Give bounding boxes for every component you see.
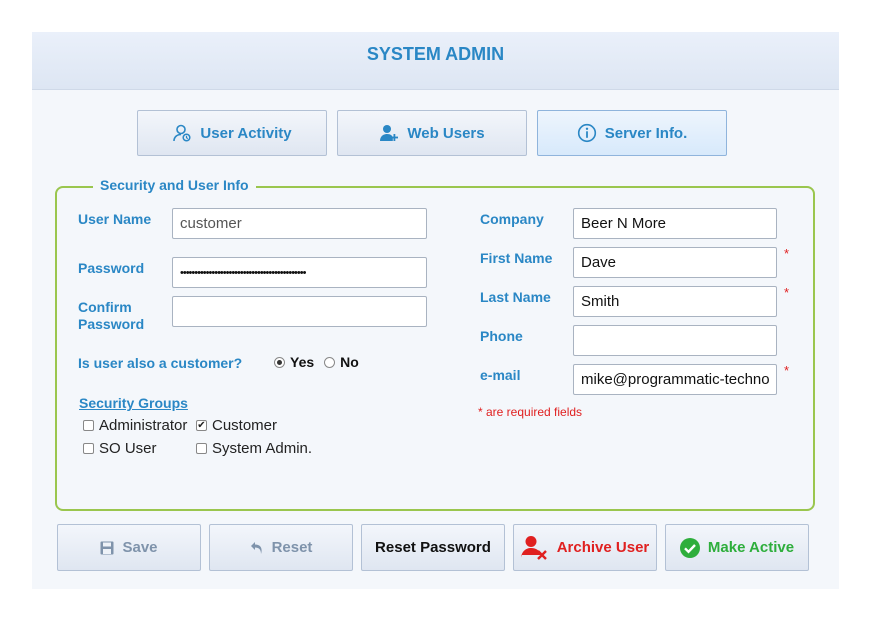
security-groups-link[interactable]: Security Groups [79, 395, 188, 411]
checkbox-administrator-box[interactable] [83, 420, 94, 431]
add-user-icon [379, 123, 399, 143]
phone-input[interactable] [573, 325, 777, 356]
tab-web-users[interactable]: Web Users [337, 110, 527, 156]
confirm-password-label-line1: Confirm [78, 299, 132, 315]
fieldset-legend: Security and User Info [93, 177, 256, 193]
checkbox-customer[interactable]: ✔ Customer [196, 417, 277, 434]
save-button-label: Save [122, 539, 158, 556]
checkbox-system-admin-label: System Admin. [212, 440, 313, 457]
username-label: User Name [78, 211, 152, 227]
radio-no[interactable] [324, 356, 336, 368]
checkbox-customer-label: Customer [212, 417, 278, 434]
checkbox-so-user-label: SO User [99, 440, 157, 457]
checkbox-system-admin[interactable]: System Admin. [196, 440, 312, 457]
email-required-mark: * [784, 363, 790, 378]
tab-web-users-label: Web Users [407, 124, 485, 142]
remove-user-icon [520, 535, 549, 561]
radio-yes-label: Yes [290, 354, 315, 370]
archive-user-button[interactable]: Archive User [513, 524, 657, 571]
email-input[interactable] [573, 364, 777, 395]
password-input[interactable] [172, 257, 427, 288]
user-activity-icon [172, 123, 192, 143]
make-active-button[interactable]: Make Active [665, 524, 809, 571]
check-circle-icon [679, 537, 700, 558]
system-admin-panel: SYSTEM ADMIN User Activity Web Users Ser… [32, 32, 839, 589]
save-icon [100, 541, 114, 555]
tab-server-info-label: Server Info. [604, 124, 688, 142]
checkbox-customer-box[interactable]: ✔ [196, 420, 207, 431]
phone-label: Phone [480, 328, 523, 344]
archive-user-button-label: Archive User [556, 539, 650, 556]
confirm-password-input[interactable] [172, 296, 427, 327]
first-name-input[interactable] [573, 247, 777, 278]
company-label: Company [480, 211, 544, 227]
tab-server-info[interactable]: Server Info. [537, 110, 727, 156]
tab-user-activity[interactable]: User Activity [137, 110, 327, 156]
confirm-password-label-line2: Password [78, 316, 145, 332]
last-name-label: Last Name [480, 289, 551, 305]
is-customer-radio-group: Yes No [274, 354, 359, 370]
radio-no-label: No [340, 354, 359, 370]
first-name-required-mark: * [784, 246, 790, 261]
last-name-required-mark: * [784, 285, 790, 300]
checkbox-administrator[interactable]: Administrator [83, 417, 187, 434]
reset-button[interactable]: Reset [209, 524, 353, 571]
first-name-label: First Name [480, 250, 553, 266]
password-label: Password [78, 260, 145, 276]
username-input[interactable] [172, 208, 427, 239]
required-fields-note: * are required fields [478, 405, 583, 419]
checkbox-so-user-box[interactable] [83, 443, 94, 454]
save-button[interactable]: Save [57, 524, 201, 571]
checkbox-administrator-label: Administrator [99, 417, 188, 434]
checkbox-so-user[interactable]: SO User [83, 440, 157, 457]
reset-password-button[interactable]: Reset Password [361, 524, 505, 571]
reset-password-button-label: Reset Password [375, 539, 491, 556]
last-name-input[interactable] [573, 286, 777, 317]
company-input[interactable] [573, 208, 777, 239]
make-active-button-label: Make Active [707, 539, 795, 556]
radio-yes[interactable] [274, 356, 285, 368]
undo-icon [250, 541, 264, 555]
checkbox-system-admin-box[interactable] [196, 443, 207, 454]
email-label: e-mail [480, 367, 521, 383]
reset-button-label: Reset [271, 539, 313, 556]
page-title: SYSTEM ADMIN [366, 44, 505, 64]
tab-user-activity-label: User Activity [200, 124, 292, 142]
info-icon [577, 123, 597, 143]
is-customer-label: Is user also a customer? [78, 355, 243, 371]
header-bar: SYSTEM ADMIN [32, 32, 839, 90]
